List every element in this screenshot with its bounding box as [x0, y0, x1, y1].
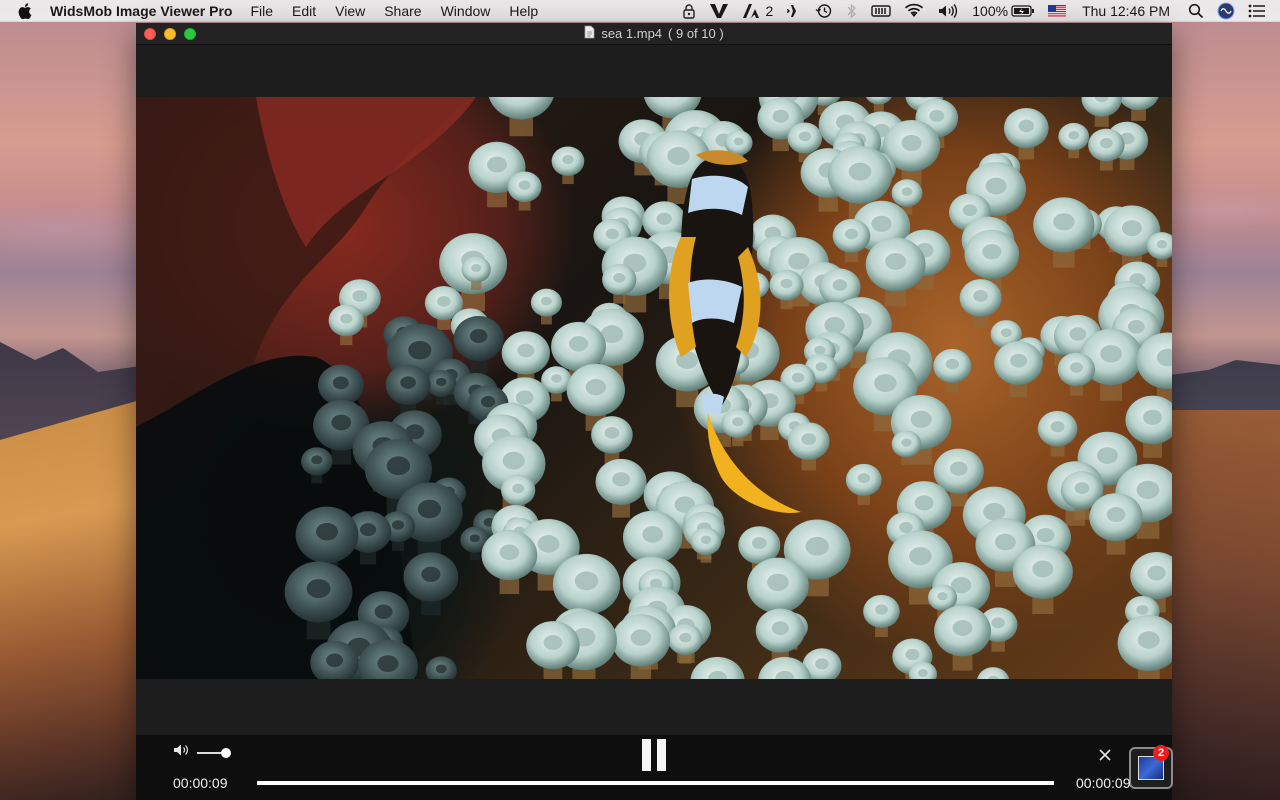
- anemone-tip: [668, 623, 703, 664]
- anemone-tip: [591, 416, 633, 465]
- menu-help[interactable]: Help: [509, 3, 538, 19]
- anemone-tip: [865, 237, 926, 307]
- anemone-tip: [1146, 232, 1172, 268]
- anemone-tip: [994, 341, 1043, 398]
- video-frame[interactable]: [136, 97, 1172, 679]
- anemone-tip: [1037, 410, 1078, 457]
- window-title: sea 1.mp4 ( 9 of 10 ): [584, 25, 724, 42]
- siri-icon[interactable]: [1217, 0, 1235, 22]
- window-close-button[interactable]: [144, 28, 156, 40]
- wallpaper-dune-left: [0, 400, 140, 800]
- thumbnail-tray-button[interactable]: 2: [1129, 745, 1173, 789]
- anemone-tip: [403, 552, 459, 616]
- anemone-tip: [1081, 97, 1122, 127]
- anemone-tip: [863, 594, 900, 638]
- menubar-clock[interactable]: Thu 12:46 PM: [1082, 0, 1170, 22]
- us-flag-icon[interactable]: [1048, 0, 1067, 22]
- anemone-tip: [1003, 108, 1049, 160]
- speaker-icon[interactable]: [173, 743, 189, 762]
- anemone-tip: [845, 463, 882, 505]
- vectorize-icon[interactable]: [709, 0, 729, 22]
- anemone-tip: [1088, 128, 1125, 171]
- window-titlebar[interactable]: sea 1.mp4 ( 9 of 10 ): [136, 23, 1172, 45]
- anemone-tip: [755, 608, 805, 666]
- anemone-tip: [530, 288, 562, 325]
- spotlight-search-icon[interactable]: [1188, 0, 1204, 22]
- window-minimize-button[interactable]: [164, 28, 176, 40]
- document-icon: [584, 25, 595, 42]
- wallpaper-dune-right: [1170, 410, 1280, 800]
- anemone-tip: [425, 656, 457, 679]
- anemone-tip: [690, 527, 722, 563]
- time-machine-icon[interactable]: [815, 0, 833, 22]
- volume-control: [173, 743, 231, 762]
- anemone-tip: [1058, 122, 1090, 159]
- viewer-window: sea 1.mp4 ( 9 of 10 ) 2 00:00:09 00:00:0…: [136, 23, 1173, 800]
- traffic-lights: [144, 28, 196, 40]
- wifi-icon[interactable]: [904, 0, 924, 22]
- adobe-icon[interactable]: 2: [742, 0, 773, 22]
- volume-slider-knob[interactable]: [221, 747, 231, 758]
- window-zoom-button[interactable]: [184, 28, 196, 40]
- anemone-tip: [507, 171, 542, 211]
- current-time: 00:00:09: [173, 775, 228, 791]
- anemone-tip: [933, 348, 972, 393]
- playback-controls: 2 00:00:09 00:00:09: [136, 735, 1173, 800]
- anemone-tip: [488, 97, 554, 137]
- anemone-tip: [526, 621, 580, 679]
- window-title-counter: ( 9 of 10 ): [668, 26, 724, 41]
- menu-file[interactable]: File: [250, 3, 273, 19]
- clownfish: [668, 150, 801, 513]
- lock-icon[interactable]: [682, 0, 696, 22]
- anemone-tip: [690, 656, 745, 679]
- anemone-tip: [1118, 97, 1159, 121]
- notification-center-icon[interactable]: [1248, 0, 1266, 22]
- bluetooth-icon[interactable]: [846, 0, 858, 22]
- window-title-filename: sea 1.mp4: [601, 26, 663, 41]
- anemone-tip: [328, 304, 364, 346]
- anemone-tip: [551, 146, 585, 185]
- progress-bar[interactable]: [257, 781, 1054, 785]
- anemone-tip: [595, 458, 647, 518]
- memory-icon[interactable]: [871, 0, 891, 22]
- volume-status-icon[interactable]: [937, 0, 959, 22]
- menu-edit[interactable]: Edit: [292, 3, 316, 19]
- progress-fill: [257, 781, 1054, 785]
- adobe-count: 2: [765, 3, 774, 19]
- video-scene-image: [136, 97, 1172, 679]
- anemone-tip: [1033, 197, 1095, 268]
- anemone-tip: [385, 364, 431, 417]
- close-icon: [1099, 749, 1111, 761]
- viewer-canvas: [136, 45, 1172, 735]
- menu-share[interactable]: Share: [384, 3, 421, 19]
- airplane-icon[interactable]: [786, 0, 802, 22]
- apple-menu-icon[interactable]: [18, 2, 36, 19]
- menu-bar: WidsMob Image Viewer Pro File Edit View …: [0, 0, 1280, 22]
- anemone-tip: [832, 218, 871, 263]
- anemone-tip: [1057, 352, 1096, 396]
- menu-view[interactable]: View: [335, 3, 365, 19]
- anemone-tip: [977, 667, 1010, 679]
- anemone-tip: [959, 279, 1002, 328]
- anemone-tip: [787, 422, 830, 471]
- thumbnail-badge: 2: [1153, 745, 1169, 761]
- volume-slider[interactable]: [197, 747, 231, 758]
- battery-percent[interactable]: 100%: [972, 0, 1008, 22]
- anemone-tip: [1117, 615, 1172, 679]
- anemone-tip: [611, 614, 670, 679]
- anemone-tip: [1012, 544, 1073, 615]
- anemone-tip: [1089, 493, 1143, 555]
- battery-icon[interactable]: [1011, 0, 1035, 22]
- pause-bar-right: [657, 739, 666, 771]
- status-area: 2 100% Thu 12:46 PM: [669, 0, 1280, 22]
- anemone-tip: [865, 97, 892, 112]
- close-player-button[interactable]: [1098, 748, 1112, 762]
- app-name-menu[interactable]: WidsMob Image Viewer Pro: [50, 3, 232, 19]
- total-time: 00:00:09: [1076, 775, 1131, 791]
- pause-bar-left: [642, 739, 651, 771]
- anemone-tip: [481, 529, 538, 595]
- pause-button[interactable]: [642, 739, 666, 771]
- anemone-tip: [934, 605, 991, 671]
- menu-window[interactable]: Window: [441, 3, 491, 19]
